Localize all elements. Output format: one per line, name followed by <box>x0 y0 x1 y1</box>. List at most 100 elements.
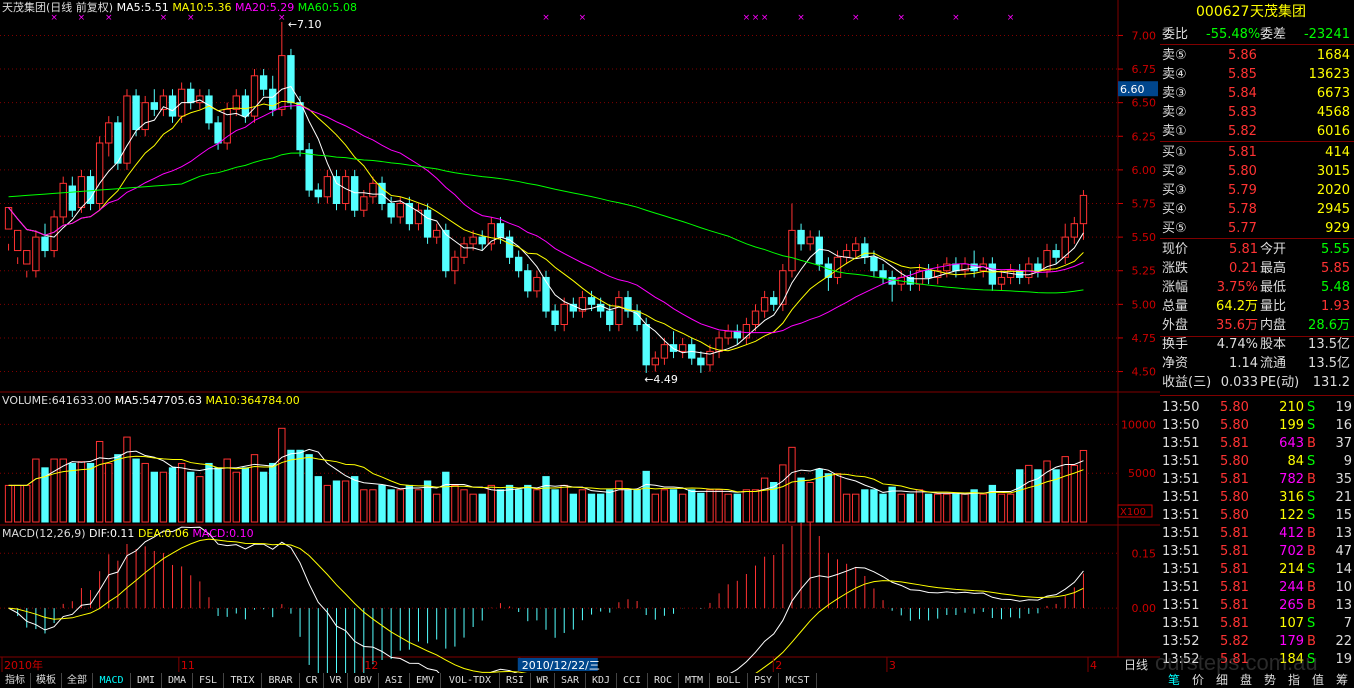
indicator-tab-psy[interactable]: PSY <box>748 673 779 688</box>
candle-body <box>369 182 377 198</box>
stat-label-2: 最高 <box>1260 261 1287 276</box>
volume-bar <box>86 462 95 523</box>
watermark-text: oursteps.com.au <box>1155 650 1318 675</box>
indicator-tab-trix[interactable]: TRIX <box>224 673 262 688</box>
volume-bar <box>551 489 559 523</box>
candle-body <box>423 209 432 238</box>
volume-bar <box>542 476 550 523</box>
indicator-tab-cr[interactable]: CR <box>300 673 324 688</box>
indicator-tab-macd[interactable]: MACD <box>93 673 131 688</box>
candle-body <box>59 182 67 218</box>
indicator-tab-sar[interactable]: SAR <box>555 673 586 688</box>
volume-bar <box>970 489 978 523</box>
signal-mark: × <box>761 13 769 23</box>
tick-count: 21 <box>1335 490 1352 505</box>
candle-body <box>86 176 95 205</box>
period-label: 日线 <box>1124 658 1148 672</box>
macd-header: MACD(12,26,9) DIF:0.11 DEA:0.06 MACD:0.1… <box>2 527 254 541</box>
candle-body <box>23 250 31 265</box>
volume-bar <box>360 489 368 523</box>
indicator-tab-emv[interactable]: EMV <box>410 673 441 688</box>
volume-bar <box>141 462 149 523</box>
volume-bar <box>988 484 997 523</box>
candle-body <box>478 236 486 245</box>
tick-direction: B <box>1307 598 1316 613</box>
bid-price: 5.78 <box>1228 202 1257 217</box>
volume-bar <box>123 436 131 523</box>
candle-body <box>41 236 49 252</box>
date-label: 12 <box>364 659 378 672</box>
macd-name: MACD(12,26,9) <box>2 527 86 540</box>
candle-body <box>95 142 104 204</box>
tick-time: 13:50 <box>1162 400 1200 415</box>
candle-body <box>323 176 332 198</box>
price-axis-label: 4.50 <box>1132 366 1157 379</box>
volume-bar <box>578 489 587 523</box>
volume-bar <box>433 493 441 523</box>
candle-body <box>697 357 705 366</box>
kline-chart[interactable]: 7.00 6.75 6.50 6.25 6.00 5.75 5.50 5.25 5.00 4.75… <box>0 0 1160 673</box>
volume-bar <box>760 477 769 523</box>
volume-bar <box>751 489 760 523</box>
tick-price: 5.81 <box>1220 526 1249 541</box>
tick-time: 13:51 <box>1162 490 1200 505</box>
indicator-tab-全部[interactable]: 全部 <box>62 673 93 688</box>
indicator-tab-模板[interactable]: 模板 <box>31 673 62 688</box>
indicator-tab-kdj[interactable]: KDJ <box>586 673 617 688</box>
candle-body <box>788 229 796 272</box>
panel-tab-7[interactable]: 筹 <box>1330 673 1354 688</box>
indicator-tab-boll[interactable]: BOLL <box>710 673 748 688</box>
bid-volume: 414 <box>1325 145 1350 160</box>
tick-volume: 122 <box>1279 508 1304 523</box>
volume-bar <box>351 476 359 523</box>
volume-bar <box>724 493 732 523</box>
volume-bar <box>505 484 514 523</box>
volume-bar <box>177 462 186 523</box>
signal-mark: × <box>797 13 805 23</box>
indicator-tab-dma[interactable]: DMA <box>162 673 193 688</box>
indicator-tab-cci[interactable]: CCI <box>617 673 648 688</box>
volume-bar <box>405 484 414 523</box>
candle-body <box>924 270 933 278</box>
indicator-tab-指标[interactable]: 指标 <box>0 673 31 688</box>
volume-bar <box>205 462 213 523</box>
candle-body <box>105 122 113 144</box>
price-axis-label: 6.75 <box>1132 63 1157 76</box>
ask-label: 卖③ <box>1162 86 1187 101</box>
price-axis-label: 5.50 <box>1132 231 1157 244</box>
price-axis-label: 6.25 <box>1132 130 1157 143</box>
indicator-tab-brar[interactable]: BRAR <box>262 673 300 688</box>
candle-body <box>879 270 887 278</box>
indicator-tab-roc[interactable]: ROC <box>648 673 679 688</box>
indicator-tab-fsl[interactable]: FSL <box>193 673 224 688</box>
volume-bar <box>615 480 623 523</box>
indicator-tab-vol-tdx[interactable]: VOL-TDX <box>441 673 500 688</box>
ask-price: 5.86 <box>1228 48 1257 63</box>
volume-bar <box>460 489 468 523</box>
weicha-value: -23241 <box>1303 27 1350 42</box>
stat-row: 现价 5.81 今开 5.55 <box>1160 240 1354 259</box>
indicator-tab-rsi[interactable]: RSI <box>500 673 531 688</box>
volume-bar <box>961 493 969 523</box>
volume-bar <box>906 493 915 523</box>
indicator-tab-mcst[interactable]: MCST <box>779 673 817 688</box>
date-label: 3 <box>889 659 896 672</box>
bid-row: 买④ 5.78 2945 <box>1160 200 1354 219</box>
tick-volume: 199 <box>1279 418 1304 433</box>
indicator-tab-dmi[interactable]: DMI <box>131 673 162 688</box>
price-axis-label: 6.50 <box>1132 97 1157 110</box>
volume-bar <box>132 458 140 523</box>
indicator-tab-mtm[interactable]: MTM <box>679 673 710 688</box>
indicator-tab-vr[interactable]: VR <box>324 673 348 688</box>
stat-value: 35.6万 <box>1216 318 1258 333</box>
volume-bar <box>888 486 896 523</box>
indicator-tab-obv[interactable]: OBV <box>348 673 379 688</box>
volume-bar <box>606 489 614 523</box>
volume-bar <box>560 484 568 523</box>
indicator-tab-asi[interactable]: ASI <box>379 673 410 688</box>
tick-direction: S <box>1307 490 1316 505</box>
candle-body <box>824 263 833 278</box>
indicator-tab-wr[interactable]: WR <box>531 673 555 688</box>
tick-count: 16 <box>1335 418 1352 433</box>
bid-volume: 929 <box>1325 221 1350 236</box>
